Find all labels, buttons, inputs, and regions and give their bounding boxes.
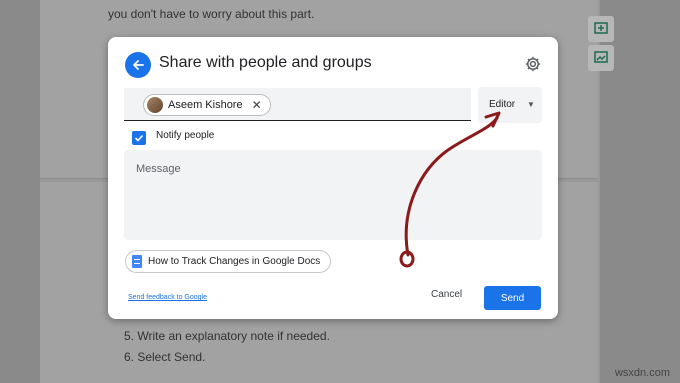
watermark: wsxdn.com — [614, 367, 670, 379]
annotation-arrow-icon — [399, 111, 501, 268]
